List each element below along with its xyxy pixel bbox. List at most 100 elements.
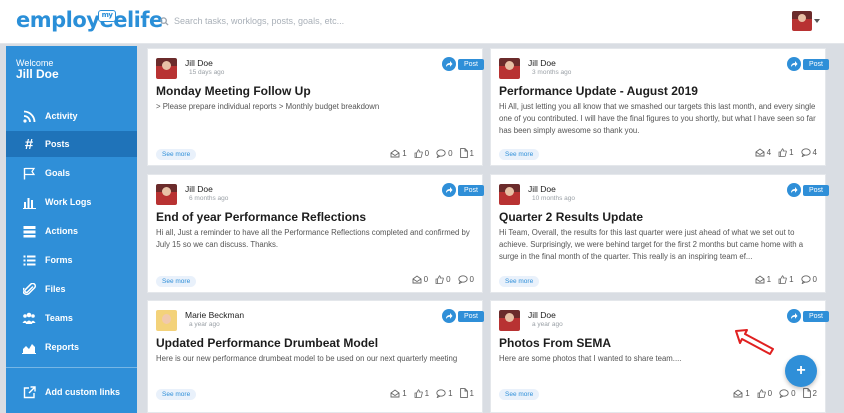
sidebar-item-work-logs[interactable]: Work Logs: [6, 189, 137, 215]
share-icon[interactable]: [787, 183, 801, 197]
post-excerpt: Hi All, just letting you all know that w…: [499, 102, 816, 136]
chevron-down-icon[interactable]: [814, 19, 820, 23]
bar-chart-icon: [22, 195, 36, 209]
comments-stat[interactable]: 4: [800, 148, 817, 157]
comment-icon: [779, 388, 789, 398]
avatar: [499, 58, 520, 79]
sidebar-item-label: Files: [45, 284, 66, 294]
sidebar-item-label: Forms: [45, 255, 73, 265]
post-title[interactable]: End of year Performance Reflections: [156, 210, 366, 224]
thumbs-up-icon: [778, 275, 787, 284]
post-card[interactable]: Marie Beckman a year ago Post Updated Pe…: [147, 300, 485, 413]
post-stats: 1 0 0 1: [390, 148, 474, 158]
post-author[interactable]: Jill Doe: [528, 58, 556, 68]
post-card[interactable]: Jill Doe 6 months ago Post End of year P…: [147, 174, 485, 293]
app-logo[interactable]: employeelife my: [16, 8, 163, 32]
share-icon[interactable]: [787, 309, 801, 323]
sidebar-item-goals[interactable]: Goals: [6, 160, 137, 186]
sidebar-item-posts[interactable]: # Posts: [6, 131, 137, 157]
post-stats: 4 1 4: [755, 148, 817, 157]
files-stat[interactable]: 2: [802, 388, 817, 398]
avatar: [156, 310, 177, 331]
share-icon[interactable]: [442, 309, 456, 323]
share-icon[interactable]: [787, 57, 801, 71]
views-icon: [733, 388, 743, 397]
comments-stat[interactable]: 1: [436, 388, 453, 398]
comments-stat[interactable]: 0: [779, 388, 796, 398]
post-author[interactable]: Jill Doe: [185, 184, 213, 194]
thumbs-up-icon: [778, 148, 787, 157]
annotation-arrow-icon: [735, 329, 774, 355]
views-icon: [755, 148, 765, 157]
files-stat[interactable]: 1: [459, 148, 474, 158]
share-icon[interactable]: [442, 57, 456, 71]
add-custom-links-button[interactable]: Add custom links: [6, 379, 137, 405]
likes-stat[interactable]: 1: [414, 389, 429, 398]
sidebar-divider: [6, 367, 137, 368]
post-excerpt: > Please prepare individual reports > Mo…: [156, 102, 380, 111]
sidebar-item-actions[interactable]: Actions: [6, 218, 137, 244]
share-icon[interactable]: [442, 183, 456, 197]
post-title[interactable]: Performance Update - August 2019: [499, 84, 698, 98]
search-input[interactable]: [174, 16, 474, 26]
post-author[interactable]: Jill Doe: [185, 58, 213, 68]
post-title[interactable]: Monday Meeting Follow Up: [156, 84, 311, 98]
add-post-button[interactable]: +: [785, 355, 817, 387]
sidebar-item-label: Actions: [45, 226, 79, 236]
see-more-button[interactable]: See more: [499, 276, 540, 287]
post-excerpt: Here are some photos that I wanted to sh…: [499, 354, 682, 363]
post-time-ago: a year ago: [189, 321, 220, 328]
post-excerpt: Hi all, Just a reminder to have all the …: [156, 228, 470, 250]
post-badge: Post: [458, 59, 485, 70]
post-excerpt: Here is our new performance drumbeat mod…: [156, 354, 458, 363]
views-icon: [412, 275, 422, 284]
post-title[interactable]: Updated Performance Drumbeat Model: [156, 336, 378, 350]
comments-stat[interactable]: 0: [436, 148, 453, 158]
comment-icon: [436, 388, 446, 398]
list-icon: [22, 253, 36, 267]
post-card[interactable]: Jill Doe 15 days ago Post Monday Meeting…: [147, 48, 485, 166]
flag-icon: [22, 166, 36, 180]
file-icon: [802, 388, 811, 398]
user-avatar[interactable]: [792, 11, 812, 31]
views-stat: 1: [755, 275, 771, 284]
post-title[interactable]: Photos From SEMA: [499, 336, 611, 350]
search-bar: [160, 16, 474, 26]
likes-stat[interactable]: 0: [414, 149, 429, 158]
post-card[interactable]: Jill Doe 3 months ago Post Performance U…: [490, 48, 830, 166]
sidebar-item-teams[interactable]: Teams: [6, 305, 137, 331]
views-stat: 1: [390, 149, 407, 158]
sidebar-item-reports[interactable]: Reports: [6, 334, 137, 360]
sidebar-item-activity[interactable]: Activity: [6, 103, 137, 129]
see-more-button[interactable]: See more: [499, 389, 540, 400]
see-more-button[interactable]: See more: [499, 149, 540, 160]
avatar: [156, 58, 177, 79]
post-author[interactable]: Jill Doe: [528, 310, 556, 320]
post-author[interactable]: Marie Beckman: [185, 310, 244, 320]
see-more-button[interactable]: See more: [156, 389, 197, 400]
likes-stat[interactable]: 1: [778, 148, 794, 157]
thumbs-up-icon: [414, 148, 423, 158]
comment-icon: [436, 148, 446, 158]
see-more-button[interactable]: See more: [156, 149, 197, 160]
post-time-ago: a year ago: [532, 321, 563, 328]
likes-stat[interactable]: 1: [778, 275, 794, 284]
post-card[interactable]: Jill Doe 10 months ago Post Quarter 2 Re…: [490, 174, 830, 293]
comments-stat[interactable]: 0: [800, 275, 817, 284]
post-author[interactable]: Jill Doe: [528, 184, 556, 194]
see-more-button[interactable]: See more: [156, 276, 197, 287]
likes-stat[interactable]: 0: [435, 275, 451, 284]
thumbs-up-icon: [435, 275, 444, 284]
comments-stat[interactable]: 0: [457, 275, 474, 284]
avatar: [156, 184, 177, 205]
thumbs-up-icon: [757, 388, 766, 398]
avatar: [499, 310, 520, 331]
files-stat[interactable]: 1: [459, 388, 474, 398]
post-title[interactable]: Quarter 2 Results Update: [499, 210, 643, 224]
post-badge: Post: [803, 311, 830, 322]
likes-stat[interactable]: 0: [757, 389, 772, 398]
post-time-ago: 10 months ago: [532, 195, 576, 202]
sidebar-item-files[interactable]: Files: [6, 276, 137, 302]
file-icon: [459, 148, 468, 158]
sidebar-item-forms[interactable]: Forms: [6, 247, 137, 273]
